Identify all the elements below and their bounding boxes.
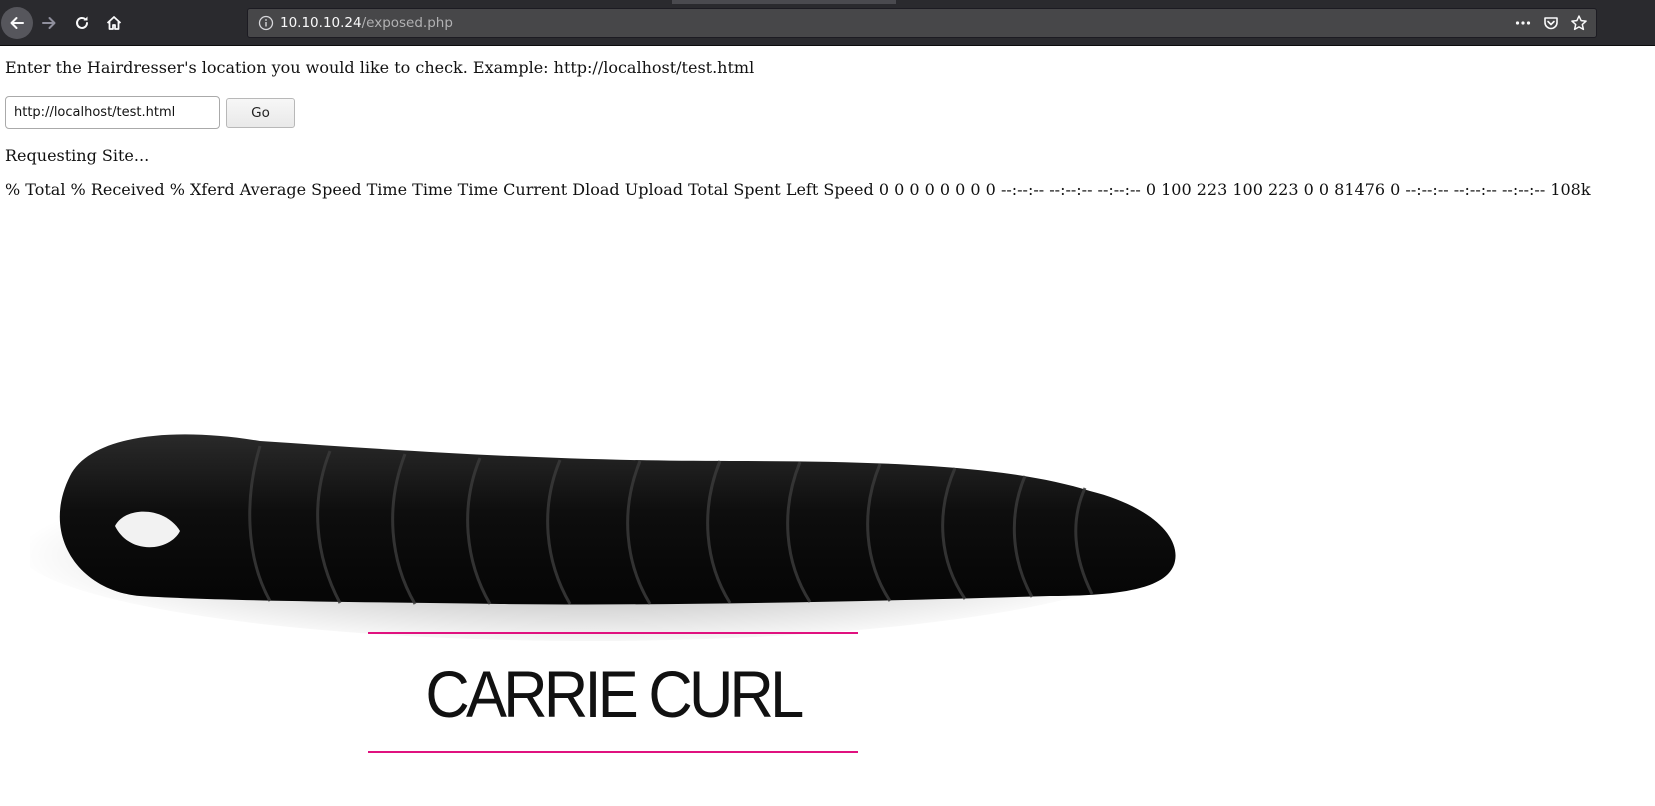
home-button[interactable] — [98, 7, 130, 39]
location-url-input[interactable] — [5, 96, 220, 129]
url-host: 10.10.10.24 — [280, 15, 362, 31]
active-tab-indicator — [672, 0, 896, 4]
address-bar-actions — [1514, 14, 1588, 32]
page-content: Enter the Hairdresser's location you wou… — [0, 46, 1655, 806]
info-icon[interactable] — [258, 15, 274, 35]
home-icon — [106, 16, 122, 30]
pocket-icon[interactable] — [1542, 14, 1560, 32]
reload-button[interactable] — [66, 7, 98, 39]
back-arrow-icon — [10, 17, 24, 29]
brand-line-bottom — [368, 751, 858, 753]
address-bar[interactable]: 10.10.10.24/exposed.php — [247, 8, 1597, 38]
browser-toolbar: 10.10.10.24/exposed.php — [0, 0, 1655, 46]
hair-braid-image — [30, 434, 1176, 641]
url-text[interactable]: 10.10.10.24/exposed.php — [280, 15, 453, 31]
back-button[interactable] — [1, 7, 33, 39]
forward-arrow-icon — [42, 17, 56, 29]
forward-button[interactable] — [33, 7, 65, 39]
brand-name-text: CARRIE CURL — [425, 657, 804, 731]
more-icon[interactable] — [1514, 14, 1532, 32]
reload-icon — [76, 16, 88, 29]
go-button[interactable]: Go — [226, 98, 295, 128]
instructions-text: Enter the Hairdresser's location you wou… — [5, 58, 755, 77]
star-icon[interactable] — [1570, 14, 1588, 32]
requesting-status: Requesting Site... — [5, 146, 150, 165]
brand-line-top — [368, 632, 858, 634]
curl-output-text: % Total % Received % Xferd Average Speed… — [5, 180, 1591, 199]
url-path: /exposed.php — [361, 15, 453, 31]
